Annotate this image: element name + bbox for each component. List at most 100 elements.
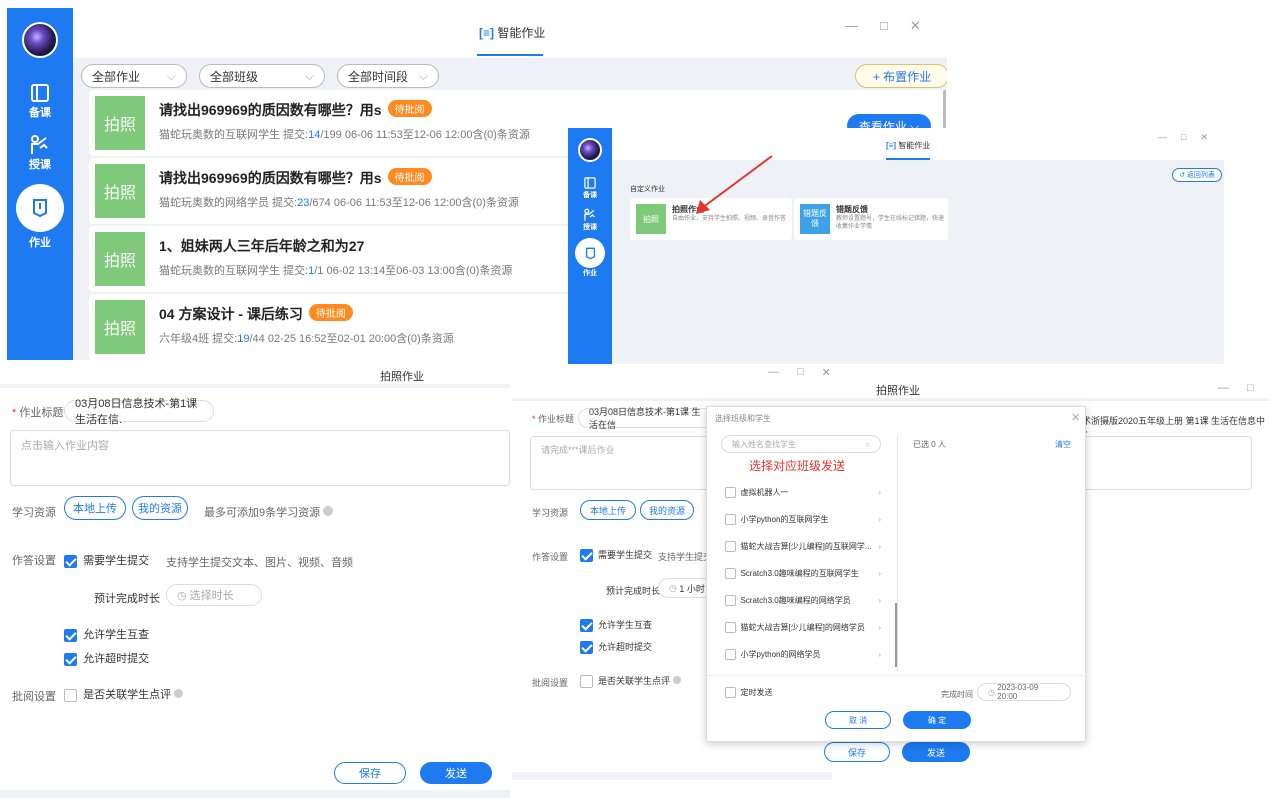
title-underline — [886, 158, 930, 160]
course-breadcrumb[interactable]: 术浙摄版2020五年级上册 第1课 生活在信息中 > — [1082, 414, 1269, 437]
mutual-check-checkbox[interactable]: 允许学生互查 — [64, 626, 149, 642]
annotation-text: 选择对应班级发送 — [749, 459, 846, 473]
maximize-icon[interactable]: □ — [1247, 382, 1254, 394]
help-icon — [323, 506, 334, 516]
page-title: [≡] 智能作业 — [886, 141, 931, 150]
local-upload-button[interactable]: 本地上传 — [580, 500, 636, 520]
minimize-icon[interactable]: — — [768, 366, 779, 379]
filter-homework[interactable]: 全部作业 ⌵ — [81, 64, 187, 88]
class-item[interactable]: Scratch3.0趣味编程的互联网学生 › — [721, 560, 885, 587]
save-button[interactable]: 保存 — [334, 762, 406, 784]
back-to-list-button[interactable]: ↺ 返回列表 — [1172, 168, 1222, 182]
dialog-title: 选择班级和学生 — [715, 414, 771, 423]
class-item[interactable]: 猫蛇大战吉算[少儿编程]的网络学员 › — [721, 614, 885, 641]
photo-thumb: 拍照 — [95, 232, 145, 286]
save-button[interactable]: 保存 — [824, 742, 890, 762]
nav-label: 备课 — [29, 107, 51, 119]
card-title: 请找出969969的质因数有哪些？用s 待批阅 — [159, 168, 432, 188]
review-checkbox[interactable]: 是否关联学生点评 — [580, 674, 681, 689]
scrollbar[interactable] — [943, 90, 946, 130]
teach-icon — [584, 208, 595, 221]
form-title: 拍照作业 — [380, 371, 424, 383]
need-submit-hint: 支持学生提交文本、图片、视频、音频 — [166, 557, 353, 569]
timed-send-checkbox[interactable]: 定时发送 — [725, 687, 772, 699]
close-icon[interactable]: ✕ — [822, 366, 831, 379]
content-textarea[interactable]: 点击输入作业内容 — [10, 430, 510, 486]
maximize-icon[interactable]: □ — [880, 18, 888, 34]
minimize-icon[interactable]: — — [1158, 132, 1167, 143]
feedback-thumb: 错题反馈 — [800, 204, 830, 234]
form-title: 拍照作业 — [876, 385, 920, 397]
add-homework-button[interactable]: + 布置作业 — [855, 64, 947, 88]
title-divider — [512, 398, 1269, 401]
status-badge: 待批阅 — [387, 168, 432, 185]
overtime-checkbox[interactable]: 允许超时提交 — [580, 640, 652, 655]
back-icon: ↺ — [1179, 172, 1185, 179]
chevron-down-icon: ⌵ — [418, 68, 428, 83]
status-badge: 待批阅 — [308, 304, 353, 321]
class-list: 虚拟机器人一 › 小学python的互联网学生 › 猫蛇大战吉算[少儿编程]的互联网… — [721, 479, 885, 668]
card-meta: 猫蛇玩奥数的互联网学生 提交:1/1 06-02 13:14至06-03 13:… — [159, 265, 513, 277]
need-submit-checkbox[interactable]: 需要学生提交 — [580, 548, 652, 563]
photo-homework-form-2: — □ ✕ 拍照作业 — □ * 作业标题 03月08日信息技术-第1课 生活在信 术… — [512, 364, 1269, 798]
nav-prepare[interactable]: 备课 — [583, 176, 597, 200]
chevron-right-icon: › — [878, 650, 881, 659]
chevron-right-icon: › — [878, 596, 881, 605]
search-icon: ○ — [865, 439, 870, 449]
filter-time[interactable]: 全部时间段 ⌵ — [337, 64, 439, 88]
title-label: * 作业标题 — [12, 407, 64, 419]
maximize-icon[interactable]: □ — [797, 366, 804, 379]
nav-homework[interactable] — [16, 184, 64, 232]
minimize-icon[interactable]: — — [845, 18, 858, 34]
title-input[interactable]: 03月08日信息技术-第1课 生活在信. — [64, 398, 214, 426]
clock-icon: ◷ — [988, 687, 995, 697]
nav-teach[interactable]: 授课 — [583, 208, 597, 232]
clear-link[interactable]: 清空 — [1055, 439, 1071, 450]
section-label: 自定义作业 — [630, 186, 665, 193]
close-icon[interactable]: ✕ — [1200, 132, 1208, 143]
est-time-select[interactable]: ◷ 选择时长 — [166, 584, 262, 606]
overtime-checkbox[interactable]: 允许超时提交 — [64, 650, 149, 666]
sidebar: 备课 授课 作业 — [568, 128, 612, 378]
local-upload-button[interactable]: 本地上传 — [64, 496, 126, 520]
nav-teach[interactable]: 授课 — [29, 134, 51, 172]
cancel-button[interactable]: 取 消 — [825, 711, 891, 729]
close-icon[interactable]: ✕ — [1071, 411, 1080, 424]
minimize-icon[interactable]: — — [1218, 382, 1229, 394]
title-input[interactable]: 03月08日信息技术-第1课 生活在信 — [578, 407, 718, 430]
confirm-button[interactable]: 确 定 — [903, 711, 971, 729]
card-title: 请找出969969的质因数有哪些？用s 待批阅 — [159, 100, 432, 120]
send-button[interactable]: 发送 — [902, 742, 970, 762]
nav-homework[interactable] — [575, 238, 605, 268]
class-item[interactable]: Scratch3.0趣味编程的网络学员 › — [721, 587, 885, 614]
class-item[interactable]: 猫蛇大战吉算[少儿编程]的互联网学... › — [721, 533, 885, 560]
dialog-divider — [707, 675, 1087, 676]
column-divider — [897, 435, 898, 671]
mutual-check-checkbox[interactable]: 允许学生互查 — [580, 618, 652, 633]
class-item[interactable]: 虚拟机器人一 › — [721, 479, 885, 506]
resources-label: 学习资源 — [532, 508, 569, 518]
nav-prepare[interactable]: 备课 — [29, 82, 51, 120]
review-checkbox[interactable]: 是否关联学生点评 — [64, 686, 184, 702]
maximize-icon[interactable]: □ — [1181, 132, 1186, 143]
need-submit-checkbox[interactable]: 需要学生提交 — [64, 552, 149, 568]
option-error-feedback[interactable]: 错题反馈 错题反馈 教师设置题号，学生在线标记错题，快速收集作业学情 — [794, 198, 948, 240]
my-resources-button[interactable]: 我的资源 — [132, 496, 188, 520]
my-resources-button[interactable]: 我的资源 — [640, 500, 694, 520]
homework-type-window: 备课 授课 作业 [≡] 智能作业 — □ ✕ ↺ 返回列表 自定义作业 拍照 拍照… — [568, 128, 1224, 378]
class-item[interactable]: 小学python的网络学员 › — [721, 641, 885, 668]
status-badge: 待批阅 — [387, 100, 432, 117]
avatar[interactable] — [22, 22, 58, 58]
filter-class[interactable]: 全部班级 ⌵ — [199, 64, 325, 88]
close-icon[interactable]: ✕ — [910, 18, 921, 34]
finish-time-picker[interactable]: ◷ 2023-03-09 20:00 — [977, 683, 1071, 701]
page-title: [≡] 智能作业 — [479, 26, 546, 40]
window-controls: — □ — [1218, 382, 1254, 394]
class-item[interactable]: 小学python的互联网学生 › — [721, 506, 885, 533]
avatar[interactable] — [578, 138, 602, 162]
student-search-input[interactable]: 输入姓名查找学生 ○ — [721, 435, 881, 453]
send-button[interactable]: 发送 — [420, 762, 492, 784]
photo-thumb: 拍照 — [636, 204, 666, 234]
photo-thumb: 拍照 — [95, 164, 145, 218]
help-icon — [174, 689, 184, 698]
